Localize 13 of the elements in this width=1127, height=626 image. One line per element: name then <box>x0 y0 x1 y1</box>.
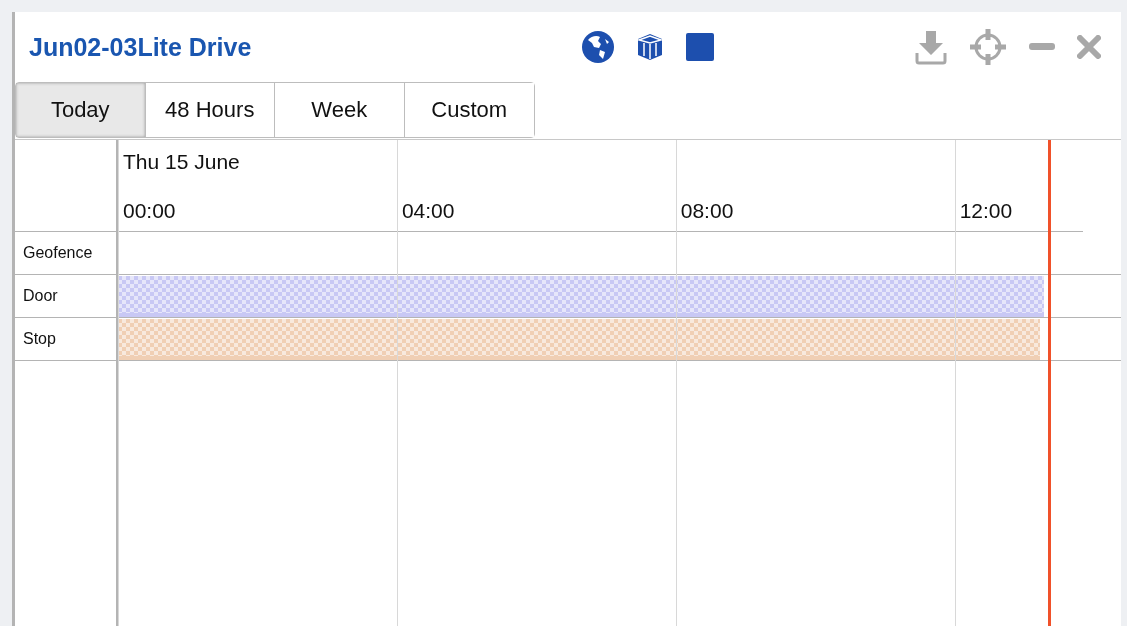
date-label: Thu 15 June <box>122 149 241 175</box>
close-icon[interactable] <box>1077 35 1101 59</box>
time-tick-label: 08:00 <box>679 199 734 223</box>
download-icon[interactable] <box>915 29 947 65</box>
window-title: Jun02-03Lite Drive <box>29 32 252 62</box>
time-tick-label: 12:00 <box>958 199 1013 223</box>
crosshair-icon[interactable] <box>969 28 1007 66</box>
square-icon[interactable] <box>685 32 716 62</box>
time-tick-label: 00:00 <box>122 199 176 223</box>
period-tab[interactable]: Today <box>16 83 146 137</box>
minimize-icon[interactable] <box>1029 43 1055 51</box>
globe-icon[interactable] <box>581 30 616 64</box>
time-tick-label: 04:00 <box>400 199 455 223</box>
